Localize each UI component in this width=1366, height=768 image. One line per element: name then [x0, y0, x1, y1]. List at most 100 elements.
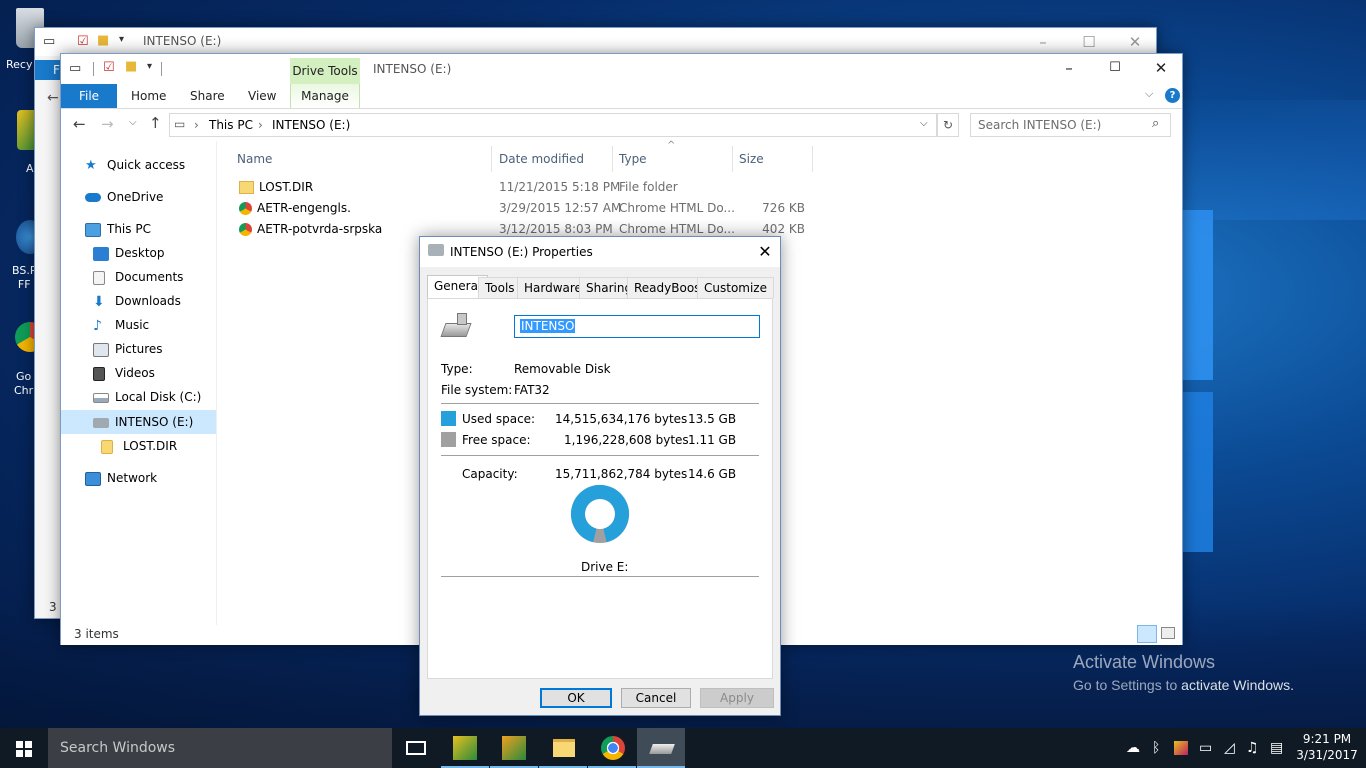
taskbar-drive-properties[interactable]: [637, 728, 685, 768]
nav-videos[interactable]: Videos: [93, 364, 155, 382]
volume-label-input[interactable]: INTENSO: [514, 315, 760, 338]
large-icons-view-icon[interactable]: [1161, 627, 1175, 639]
nav-label: Quick access: [107, 158, 186, 172]
tab-tools[interactable]: Tools: [478, 277, 522, 298]
column-header-date[interactable]: Date modified: [493, 146, 613, 172]
task-view-button[interactable]: [392, 728, 440, 768]
nav-lost-dir[interactable]: LOST.DIR: [101, 437, 177, 455]
breadcrumb-intenso[interactable]: INTENSO (E:): [272, 118, 350, 132]
qat-drive-icon: ▭: [69, 61, 82, 76]
back-arrow-icon[interactable]: ←: [73, 115, 86, 133]
nav-onedrive[interactable]: OneDrive: [85, 188, 163, 206]
type-value: Removable Disk: [514, 362, 611, 376]
file-name-text: AETR-engengls.: [257, 201, 351, 215]
breadcrumb-this-pc[interactable]: This PC: [209, 118, 253, 132]
free-space-gb: 1.11 GB: [688, 433, 737, 447]
properties-dialog[interactable]: INTENSO (E:) Properties ✕ General Tools …: [419, 236, 781, 716]
back-minimize-button[interactable]: –: [1020, 28, 1066, 56]
tab-share[interactable]: Share: [190, 84, 225, 108]
file-name: AETR-engengls.: [239, 201, 351, 215]
back-qat-dropdown-icon[interactable]: ▾: [119, 34, 124, 45]
dialog-close-button[interactable]: ✕: [750, 240, 780, 264]
address-drive-icon: ▭: [174, 117, 186, 131]
nav-network[interactable]: Network: [85, 469, 157, 487]
nav-quick-access[interactable]: ★ Quick access: [85, 156, 185, 174]
details-view-icon[interactable]: [1137, 625, 1157, 643]
taskbar-app-1[interactable]: [441, 728, 489, 768]
maximize-button[interactable]: ☐: [1092, 54, 1138, 82]
nav-downloads[interactable]: ⬇ Downloads: [93, 292, 181, 310]
forward-arrow-icon[interactable]: →: [101, 115, 114, 133]
help-icon[interactable]: ?: [1165, 88, 1180, 103]
file-size: 402 KB: [762, 222, 805, 236]
column-header-size[interactable]: Size: [733, 146, 813, 172]
back-file-tab[interactable]: F: [35, 60, 63, 80]
tab-view[interactable]: View: [248, 84, 276, 108]
breadcrumb-chevron-icon: ›: [258, 118, 263, 132]
app-tray-icon[interactable]: [1174, 741, 1188, 755]
address-bar[interactable]: ▭ › This PC › INTENSO (E:) ⌵: [169, 113, 937, 137]
bluetooth-tray-icon[interactable]: ᛒ: [1152, 740, 1160, 756]
tab-manage[interactable]: Manage: [290, 84, 360, 108]
nav-label: Local Disk (C:): [115, 390, 202, 404]
power-tray-icon[interactable]: ▭: [1199, 740, 1212, 756]
nav-pictures[interactable]: Pictures: [93, 340, 163, 358]
qat-properties-icon[interactable]: ☑: [103, 60, 115, 75]
network-tray-icon[interactable]: ◿: [1224, 740, 1235, 756]
ok-button[interactable]: OK: [540, 688, 612, 708]
up-arrow-icon[interactable]: ↑: [149, 114, 162, 132]
close-button[interactable]: ✕: [1138, 54, 1184, 82]
tab-file[interactable]: File: [61, 84, 117, 108]
recent-dropdown-icon[interactable]: ⌵: [129, 117, 137, 128]
search-input-placeholder[interactable]: Search INTENSO (E:): [978, 118, 1101, 132]
wallpaper-pane: [1183, 210, 1213, 380]
network-icon: [85, 471, 101, 486]
table-row[interactable]: AETR-engengls. 3/29/2015 12:57 AM Chrome…: [231, 199, 811, 219]
tab-home[interactable]: Home: [131, 84, 166, 108]
nav-this-pc[interactable]: This PC: [85, 220, 151, 238]
taskbar-app-2[interactable]: [490, 728, 538, 768]
file-type: File folder: [619, 180, 678, 194]
search-box[interactable]: Search INTENSO (E:) ⌕: [970, 113, 1171, 137]
minimize-button[interactable]: –: [1046, 54, 1092, 82]
type-label: Type:: [441, 362, 473, 376]
videos-icon: [93, 366, 105, 381]
nav-intenso[interactable]: INTENSO (E:): [93, 413, 193, 431]
keyboard-tray-icon[interactable]: ▤: [1270, 740, 1283, 756]
volume-tray-icon[interactable]: ♫: [1246, 740, 1259, 756]
back-qat-folder-icon[interactable]: ■: [97, 33, 109, 48]
expand-ribbon-icon[interactable]: ⌵: [1145, 87, 1153, 101]
activate-link: activate Windows.: [1181, 677, 1294, 693]
back-back-arrow-icon[interactable]: ←: [47, 90, 59, 106]
nav-label: Videos: [115, 366, 155, 380]
table-row[interactable]: LOST.DIR 11/21/2015 5:18 PM File folder: [231, 178, 811, 198]
nav-documents[interactable]: Documents: [93, 268, 183, 286]
cancel-button[interactable]: Cancel: [621, 688, 691, 708]
nav-music[interactable]: ♪ Music: [93, 316, 149, 334]
qat-separator: [93, 62, 94, 76]
nav-local-disk[interactable]: Local Disk (C:): [93, 388, 201, 406]
back-titlebar: ▭ ☑ ■ ▾ INTENSO (E:) – ☐ ✕: [35, 28, 1156, 56]
nav-desktop[interactable]: Desktop: [93, 244, 165, 262]
onedrive-tray-icon[interactable]: ☁: [1126, 740, 1140, 756]
usb-drive-icon: [649, 744, 675, 754]
sort-ascending-icon: ^: [667, 140, 676, 151]
refresh-button[interactable]: ↻: [937, 113, 959, 137]
start-button[interactable]: [0, 728, 48, 768]
back-maximize-button[interactable]: ☐: [1066, 28, 1112, 56]
taskbar-file-explorer[interactable]: [539, 728, 587, 768]
chrome-icon: [239, 202, 252, 215]
tab-customize[interactable]: Customize: [697, 277, 774, 298]
apply-button[interactable]: Apply: [700, 688, 774, 708]
clock[interactable]: 9:21 PM 3/31/2017: [1293, 731, 1361, 763]
taskbar-chrome[interactable]: [588, 728, 636, 768]
back-qat-properties-icon[interactable]: ☑: [77, 34, 89, 49]
breadcrumb-chevron-icon: ›: [194, 118, 199, 132]
qat-new-folder-icon[interactable]: ■: [125, 59, 137, 74]
qat-customize-icon[interactable]: ▾: [147, 61, 152, 72]
back-close-button[interactable]: ✕: [1112, 28, 1158, 56]
taskbar-search-box[interactable]: Search Windows: [48, 728, 392, 768]
column-header-name[interactable]: Name: [231, 146, 492, 172]
dialog-titlebar: INTENSO (E:) Properties ✕: [420, 237, 780, 267]
address-dropdown-icon[interactable]: ⌵: [920, 118, 928, 129]
